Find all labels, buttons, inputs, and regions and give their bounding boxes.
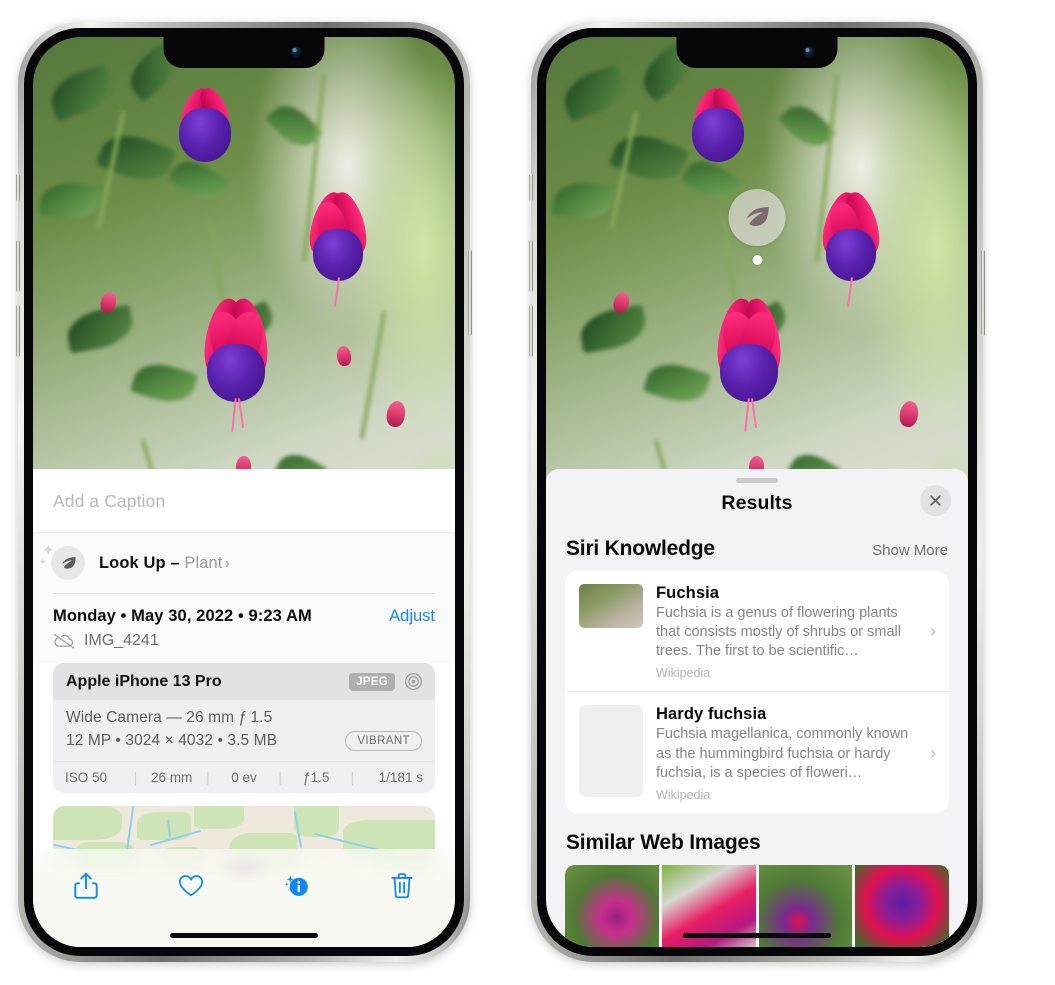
volume-down-button[interactable]: [529, 305, 533, 357]
siri-knowledge-card-list: Fuchsia Fuchsia is a genus of flowering …: [565, 571, 949, 813]
look-up-label: Look Up – Plant ›: [99, 554, 230, 573]
screenshot-stage: Add a Caption ✦ ✦ Look Up – Plant › Mond…: [0, 0, 1055, 985]
size-row: 12 MP • 3024 × 4032 • 3.5 MB VIBRANT: [66, 731, 422, 751]
front-camera-icon: [290, 46, 303, 58]
close-button[interactable]: [920, 485, 951, 516]
sheet-title: Results: [721, 492, 793, 514]
look-up-row[interactable]: ✦ ✦ Look Up – Plant ›: [33, 533, 455, 593]
leaf-icon[interactable]: [728, 189, 786, 246]
date-row: Monday • May 30, 2022 • 9:23 AM Adjust: [53, 594, 435, 627]
lens-info: Wide Camera — 26 mm ƒ 1.5: [66, 709, 273, 726]
similar-web-images-header: Similar Web Images: [546, 813, 968, 865]
left-phone-bezel: Add a Caption ✦ ✦ Look Up – Plant › Mond…: [24, 28, 464, 956]
look-up-prefix: Look Up –: [99, 553, 185, 572]
aperture-icon: [404, 672, 423, 691]
chevron-right-icon: ›: [930, 742, 936, 762]
chevron-right-icon: ›: [930, 621, 936, 641]
exif-shutter-speed: 1/181 s: [378, 770, 423, 785]
right-phone-screen: Results Siri Knowledge Show More Fuchsia…: [546, 37, 968, 947]
cloud-slash-icon: [54, 634, 74, 649]
format-badge: JPEG: [349, 672, 395, 691]
list-item[interactable]: Fuchsia Fuchsia is a genus of flowering …: [565, 571, 949, 691]
visual-lookup-hotspot[interactable]: [728, 189, 786, 265]
hotspot-anchor-dot: [752, 255, 762, 265]
left-phone-screen: Add a Caption ✦ ✦ Look Up – Plant › Mond…: [33, 37, 455, 947]
left-phone-device: Add a Caption ✦ ✦ Look Up – Plant › Mond…: [16, 22, 472, 962]
sparkle-small-icon: ✦: [39, 557, 47, 567]
notch: [163, 37, 325, 68]
info-button[interactable]: [274, 865, 320, 907]
result-description: Fuchsia is a genus of flowering plants t…: [656, 605, 901, 660]
leaf-icon: ✦ ✦: [39, 543, 85, 580]
look-up-subject: Plant: [184, 553, 223, 572]
right-phone-bezel: Results Siri Knowledge Show More Fuchsia…: [537, 28, 977, 956]
results-sheet: Results Siri Knowledge Show More Fuchsia…: [546, 469, 968, 947]
caption-input[interactable]: Add a Caption: [33, 469, 455, 533]
section-title: Siri Knowledge: [566, 537, 715, 560]
photo-metadata-block: Monday • May 30, 2022 • 9:23 AM Adjust I…: [33, 593, 455, 663]
volume-up-button[interactable]: [529, 240, 533, 292]
power-button[interactable]: [981, 250, 985, 336]
front-camera-icon: [803, 46, 816, 58]
exif-header-badges: JPEG: [349, 672, 423, 691]
file-row: IMG_4241: [53, 627, 435, 663]
device-model: Apple iPhone 13 Pro: [66, 672, 222, 690]
home-indicator: [170, 933, 318, 938]
adjust-button[interactable]: Adjust: [389, 607, 435, 626]
section-title: Similar Web Images: [566, 830, 761, 854]
photographic-style-badge: VIBRANT: [345, 731, 422, 751]
delete-button[interactable]: [379, 865, 425, 907]
right-phone-device: Results Siri Knowledge Show More Fuchsia…: [529, 22, 985, 962]
exif-focal-length: 26 mm: [151, 770, 193, 785]
close-icon: [930, 495, 941, 506]
result-description: Fuchsia magellanica, commonly known as t…: [656, 726, 909, 781]
result-thumbnail: [579, 584, 643, 628]
capture-date: Monday • May 30, 2022 • 9:23 AM: [53, 607, 312, 625]
exif-iso: ISO 50: [65, 770, 108, 785]
mute-switch[interactable]: [529, 174, 533, 201]
volume-down-button[interactable]: [16, 305, 20, 357]
result-thumbnail: [579, 705, 643, 798]
result-title: Fuchsia: [656, 584, 720, 602]
result-source: Wikipedia: [656, 787, 711, 802]
file-name: IMG_4241: [84, 632, 159, 649]
results-header: Results: [546, 483, 968, 519]
web-image-thumbnail[interactable]: [855, 864, 949, 947]
power-button[interactable]: [468, 250, 472, 336]
siri-knowledge-header: Siri Knowledge Show More: [546, 519, 968, 571]
home-indicator: [683, 933, 831, 938]
show-more-button[interactable]: Show More: [872, 542, 948, 559]
exif-exposure: 0 ev: [231, 770, 257, 785]
mute-switch[interactable]: [16, 174, 20, 201]
web-image-thumbnail[interactable]: [565, 864, 659, 947]
exif-body: Wide Camera — 26 mm ƒ 1.5 12 MP • 3024 ×…: [53, 700, 435, 761]
favorite-button[interactable]: [168, 865, 214, 907]
exif-settings-row: ISO 50 | 26 mm | 0 ev | ƒ1.5 | 1/181 s: [53, 761, 435, 793]
exif-card[interactable]: Apple iPhone 13 Pro JPEG Wide Camera — 2…: [53, 663, 435, 793]
image-size-info: 12 MP • 3024 × 4032 • 3.5 MB: [66, 732, 278, 749]
sparkle-icon: ✦: [42, 542, 55, 559]
notch: [676, 37, 838, 68]
list-item[interactable]: Hardy fuchsia Fuchsia magellanica, commo…: [565, 691, 949, 812]
share-button[interactable]: [63, 865, 109, 907]
result-title: Hardy fuchsia: [656, 705, 767, 724]
exif-aperture: ƒ1.5: [303, 770, 330, 785]
result-source: Wikipedia: [656, 666, 711, 681]
result-body: Fuchsia Fuchsia is a genus of flowering …: [656, 584, 937, 680]
result-body: Hardy fuchsia Fuchsia magellanica, commo…: [656, 705, 937, 801]
volume-up-button[interactable]: [16, 240, 20, 292]
chevron-right-icon: ›: [224, 554, 230, 572]
photo-toolbar: [33, 849, 455, 947]
exif-header: Apple iPhone 13 Pro JPEG: [53, 663, 435, 700]
